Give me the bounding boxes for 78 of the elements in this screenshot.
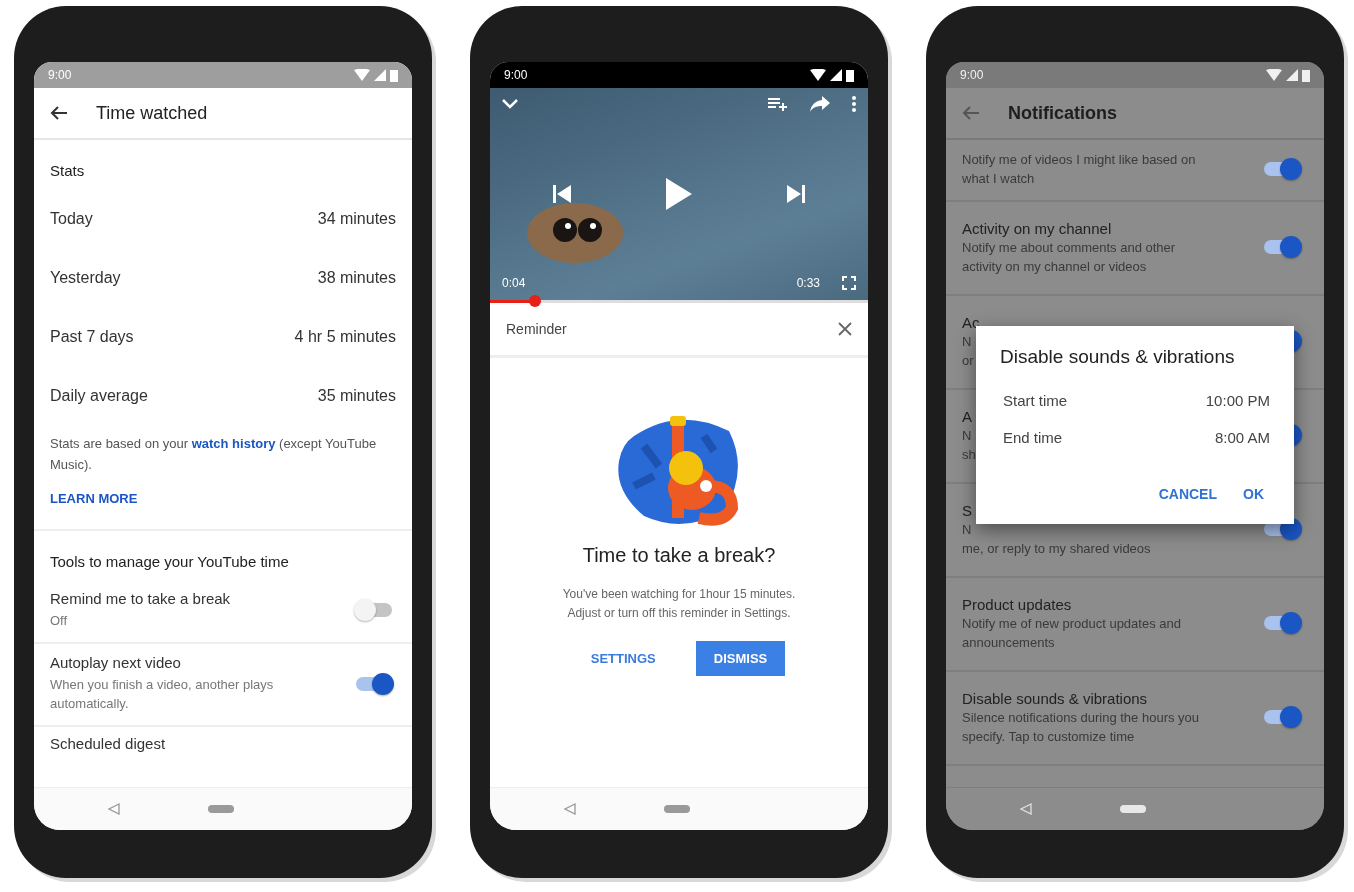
video-player[interactable]: 0:04 0:33	[490, 88, 868, 300]
notification-description: N	[962, 332, 973, 350]
battery-icon	[846, 68, 854, 82]
notification-description: announcements	[962, 633, 1056, 651]
battery-icon	[1302, 68, 1310, 82]
notification-description: or	[962, 351, 975, 369]
stat-label: Yesterday	[50, 268, 121, 287]
time-value[interactable]: 10:00 PM	[1205, 392, 1270, 409]
stat-value: 35 minutes	[317, 386, 396, 405]
status-time: 9:00	[960, 68, 984, 82]
notification-description: activity on my channel or videos	[962, 257, 1148, 275]
wifi-icon	[354, 69, 370, 81]
section-heading: Tools to manage your YouTube time	[49, 552, 290, 572]
notification-description: Notify me of new product updates and	[962, 614, 1181, 632]
stat-label: Today	[50, 209, 93, 228]
fullscreen-icon[interactable]	[842, 276, 856, 290]
more-icon[interactable]	[852, 96, 856, 112]
stat-value: 4 hr 5 minutes	[294, 327, 396, 346]
notification-title: Activity on my channel	[962, 219, 1113, 237]
notification-description: N	[962, 426, 973, 444]
stat-label: Past 7 days	[50, 327, 134, 346]
setting-title: Autoplay next video	[50, 654, 182, 671]
dialog-title: Disable sounds & vibrations	[1000, 346, 1236, 368]
stat-label: Daily average	[50, 386, 148, 405]
signal-icon	[1286, 69, 1298, 81]
break-heading: Time to take a break?	[582, 544, 776, 567]
stat-value: 38 minutes	[317, 268, 396, 287]
dialog-button[interactable]: CANCEL	[1152, 480, 1223, 508]
elapsed-time: 0:04	[502, 276, 526, 290]
learn-more-link[interactable]: LEARN MORE	[50, 491, 138, 506]
duration-time: 0:33	[796, 276, 820, 290]
time-label: Start time	[1003, 392, 1068, 409]
back-triangle-icon[interactable]	[108, 803, 120, 815]
signal-icon	[830, 69, 842, 81]
back-triangle-icon[interactable]	[564, 803, 576, 815]
dialog-button[interactable]: OK	[1237, 480, 1270, 508]
page-title: Time watched	[96, 102, 208, 124]
time-label: End time	[1003, 429, 1063, 446]
notification-description: what I watch	[962, 170, 1036, 187]
signal-icon	[374, 69, 386, 81]
notification-description: specify. Tap to customize time	[962, 727, 1136, 745]
section-heading: Stats	[49, 161, 86, 181]
stat-value: 34 minutes	[317, 209, 396, 228]
notification-description: sh	[962, 445, 976, 463]
time-value[interactable]: 8:00 AM	[1214, 429, 1270, 446]
battery-icon	[390, 68, 398, 82]
wifi-icon	[810, 69, 826, 81]
notification-description: Notify me about comments and other	[962, 238, 1176, 256]
notification-description: N	[962, 520, 973, 538]
play-icon[interactable]	[666, 178, 692, 210]
notification-title: Product updates	[962, 595, 1073, 613]
settings-button[interactable]: SETTINGS	[572, 641, 674, 676]
dismiss-button[interactable]: DISMISS	[695, 641, 786, 676]
notification-title: A	[962, 407, 973, 425]
back-arrow-icon[interactable]	[50, 106, 68, 120]
notification-description: Silence notifications during the hours you	[962, 708, 1200, 726]
next-icon[interactable]	[786, 184, 806, 204]
playlist-add-icon[interactable]	[768, 97, 788, 111]
setting-title: Remind me to take a break	[50, 590, 231, 607]
chevron-down-icon[interactable]	[502, 99, 518, 109]
status-time: 9:00	[48, 68, 72, 82]
stats-note: Stats are based on your watch history (except YouTube Music).	[50, 435, 378, 474]
reminder-message: You've been watching for 1hour 15 minutes.	[562, 586, 796, 603]
share-icon[interactable]	[810, 96, 830, 112]
notification-title: Disable sounds & vibrations	[962, 689, 1149, 707]
watch-history-link[interactable]: watch history	[191, 436, 276, 451]
setting-title: Scheduled digest	[49, 734, 167, 752]
notification-title: S	[962, 501, 973, 519]
setting-subtitle: When you finish a video, another plays automatically.	[50, 676, 275, 713]
previous-icon[interactable]	[552, 184, 572, 204]
close-icon[interactable]	[838, 322, 852, 336]
status-time: 9:00	[504, 68, 528, 82]
wifi-icon	[1266, 69, 1282, 81]
sheet-title: Reminder	[506, 321, 567, 337]
setting-subtitle: Off	[50, 612, 69, 630]
notification-description: me, or reply to my shared videos	[962, 539, 1151, 557]
page-title: Notifications	[1008, 102, 1117, 124]
reminder-message: Adjust or turn off this reminder in Settings.	[567, 605, 791, 622]
